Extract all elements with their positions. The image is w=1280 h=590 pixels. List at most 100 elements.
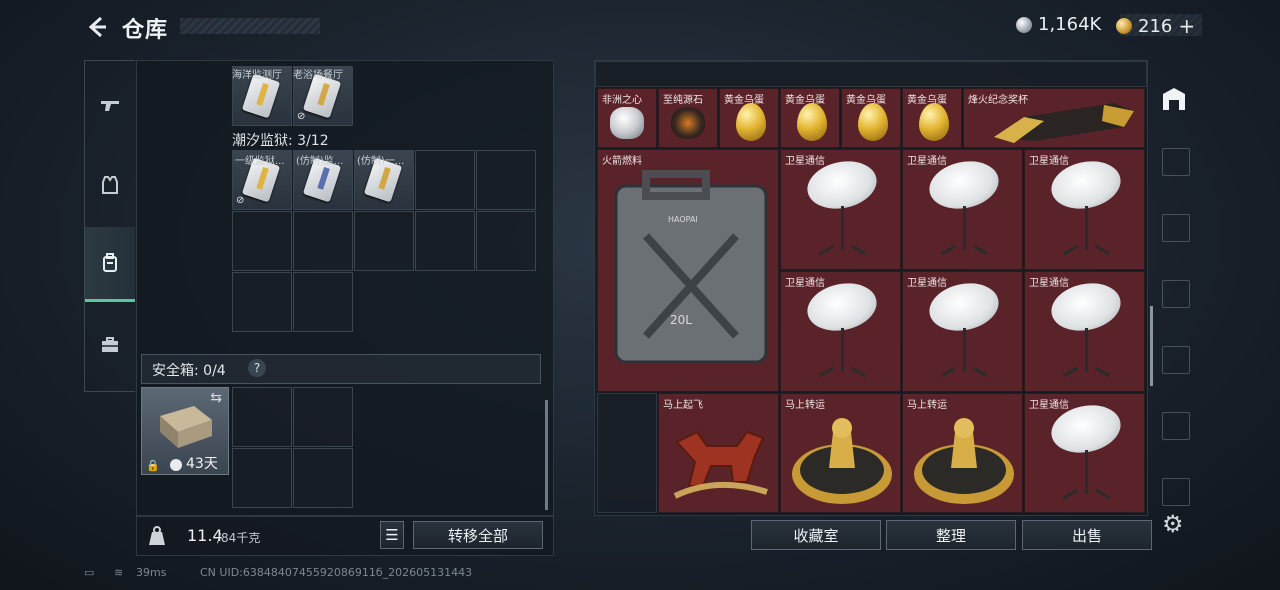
nav-weapons[interactable] bbox=[85, 73, 135, 137]
nav-briefcase[interactable] bbox=[85, 313, 135, 377]
item-label: 黄金乌蛋 bbox=[785, 95, 825, 106]
tab-iv-1[interactable] bbox=[1162, 148, 1190, 176]
tab-ii[interactable] bbox=[1162, 412, 1190, 440]
empty-slot[interactable] bbox=[293, 387, 353, 447]
left-footer: 11.4 /84千克 ☰ 转移全部 bbox=[136, 516, 554, 556]
item-label: 卫星通信 bbox=[1029, 156, 1069, 167]
home-storage-icon[interactable] bbox=[1160, 86, 1188, 112]
item-label: 黄金乌蛋 bbox=[846, 95, 886, 106]
collection-room-button[interactable]: 收藏室 bbox=[751, 520, 881, 550]
stone-image bbox=[671, 107, 705, 139]
item-satellite[interactable]: 卫星通信 bbox=[1024, 271, 1145, 392]
warehouse-tabs bbox=[1152, 60, 1196, 514]
item-trophy[interactable]: 烽火纪念奖杯 bbox=[963, 88, 1145, 148]
item-african-heart[interactable]: 非洲之心 bbox=[597, 88, 657, 148]
safe-box-item[interactable]: ⇆ 🔒 43天 bbox=[141, 387, 229, 475]
item-turntable[interactable]: 马上转运 bbox=[780, 393, 901, 513]
egg-image bbox=[919, 103, 949, 141]
diamond-image bbox=[610, 107, 644, 139]
transfer-all-button[interactable]: 转移全部 bbox=[413, 521, 543, 549]
empty-slot[interactable] bbox=[597, 393, 657, 513]
item-satellite[interactable]: 卫星通信 bbox=[780, 149, 901, 270]
item-label: 至纯源石 bbox=[663, 95, 703, 106]
item-rocket-fuel[interactable]: 火箭燃料 HAOPAI 20L bbox=[597, 149, 779, 392]
item-label: 卫星通信 bbox=[1029, 400, 1069, 411]
item-golden-egg[interactable]: 黄金乌蛋 bbox=[902, 88, 962, 148]
item-label: 一级监狱... bbox=[235, 156, 285, 167]
empty-slot[interactable] bbox=[232, 272, 292, 332]
add-gold-button[interactable]: + bbox=[1178, 14, 1195, 38]
item-label: 卫星通信 bbox=[907, 156, 947, 167]
item-label: 老浴场餐厅 bbox=[293, 70, 343, 81]
empty-slot[interactable] bbox=[415, 211, 475, 271]
gold-currency[interactable]: 216 + bbox=[1116, 14, 1195, 38]
empty-slot[interactable] bbox=[415, 150, 475, 210]
jerrycan-volume: 20L bbox=[670, 313, 692, 327]
empty-slot[interactable] bbox=[354, 211, 414, 271]
item-pure-stone[interactable]: 至纯源石 bbox=[658, 88, 718, 148]
silver-currency: 1,164K bbox=[1016, 14, 1101, 35]
item-golden-egg[interactable]: 黄金乌蛋 bbox=[780, 88, 840, 148]
item-golden-egg[interactable]: 黄金乌蛋 bbox=[841, 88, 901, 148]
swap-icon[interactable]: ⇆ bbox=[210, 390, 222, 406]
item-label: 卫星通信 bbox=[907, 278, 947, 289]
item-turntable[interactable]: 马上转运 bbox=[902, 393, 1023, 513]
turntable-image bbox=[914, 418, 1014, 504]
item-satellite[interactable]: 卫星通信 bbox=[902, 271, 1023, 392]
back-icon[interactable] bbox=[84, 14, 110, 40]
egg-image bbox=[797, 103, 827, 141]
empty-slot[interactable] bbox=[232, 211, 292, 271]
timer-icon bbox=[170, 459, 182, 471]
item-satellite[interactable]: 卫星通信 bbox=[780, 271, 901, 392]
egg-image bbox=[736, 103, 766, 141]
item-horse[interactable]: 马上起飞 bbox=[658, 393, 779, 513]
tab-v[interactable] bbox=[1162, 214, 1190, 242]
turntable-image bbox=[792, 418, 892, 504]
nav-armor[interactable] bbox=[85, 153, 135, 217]
ping: 39ms bbox=[136, 566, 167, 579]
sell-button[interactable]: 出售 bbox=[1022, 520, 1152, 550]
jerrycan-image: HAOPAI 20L bbox=[614, 170, 768, 364]
item-label: (仿制)一... bbox=[357, 156, 405, 167]
empty-slot[interactable] bbox=[476, 150, 536, 210]
safe-box-header: 安全箱: 0/4 ? bbox=[141, 354, 541, 384]
empty-slot[interactable] bbox=[293, 211, 353, 271]
list-icon: ☰ bbox=[385, 526, 399, 544]
scrollbar[interactable] bbox=[545, 400, 548, 510]
safe-days: 43天 bbox=[186, 456, 218, 472]
item-label: 海洋监测厅 bbox=[232, 70, 282, 81]
empty-row bbox=[595, 61, 1147, 87]
settings-gear-icon[interactable]: ⚙ bbox=[1162, 510, 1184, 538]
empty-slot[interactable] bbox=[293, 272, 353, 332]
nav-backpack[interactable] bbox=[85, 227, 135, 302]
title-decoration bbox=[180, 18, 320, 34]
egg-image bbox=[858, 103, 888, 141]
help-icon[interactable]: ? bbox=[248, 359, 266, 377]
no-trade-icon: ⊘ bbox=[297, 111, 306, 122]
weight-max: /84千克 bbox=[217, 531, 261, 545]
warehouse-panel: 非洲之心 至纯源石 黄金乌蛋 黄金乌蛋 黄金乌蛋 黄金乌蛋 烽火纪念奖杯 火箭燃… bbox=[594, 60, 1148, 516]
category-nav bbox=[84, 60, 135, 392]
item-label: 马上起飞 bbox=[663, 400, 703, 411]
item-satellite[interactable]: 卫星通信 bbox=[902, 149, 1023, 270]
gun-icon bbox=[101, 101, 119, 111]
empty-slot[interactable] bbox=[476, 211, 536, 271]
gold-amount: 216 bbox=[1138, 15, 1173, 37]
item-satellite[interactable]: 卫星通信 bbox=[1024, 393, 1145, 513]
list-view-button[interactable]: ☰ bbox=[380, 521, 404, 549]
empty-slot[interactable] bbox=[232, 387, 292, 447]
sort-button[interactable]: 整理 bbox=[886, 520, 1016, 550]
tab-iv-2[interactable] bbox=[1162, 346, 1190, 374]
item-label: 卫星通信 bbox=[1029, 278, 1069, 289]
silver-coin-icon bbox=[1016, 16, 1032, 33]
empty-slot[interactable] bbox=[293, 448, 353, 508]
no-trade-icon: ⊘ bbox=[236, 195, 245, 206]
item-label: 非洲之心 bbox=[602, 95, 642, 106]
tab-iv-3[interactable] bbox=[1162, 478, 1190, 506]
item-satellite[interactable]: 卫星通信 bbox=[1024, 149, 1145, 270]
briefcase-icon bbox=[102, 337, 118, 352]
item-golden-egg[interactable]: 黄金乌蛋 bbox=[719, 88, 779, 148]
item-label: 黄金乌蛋 bbox=[724, 95, 764, 106]
tab-iii[interactable] bbox=[1162, 280, 1190, 308]
empty-slot[interactable] bbox=[232, 448, 292, 508]
